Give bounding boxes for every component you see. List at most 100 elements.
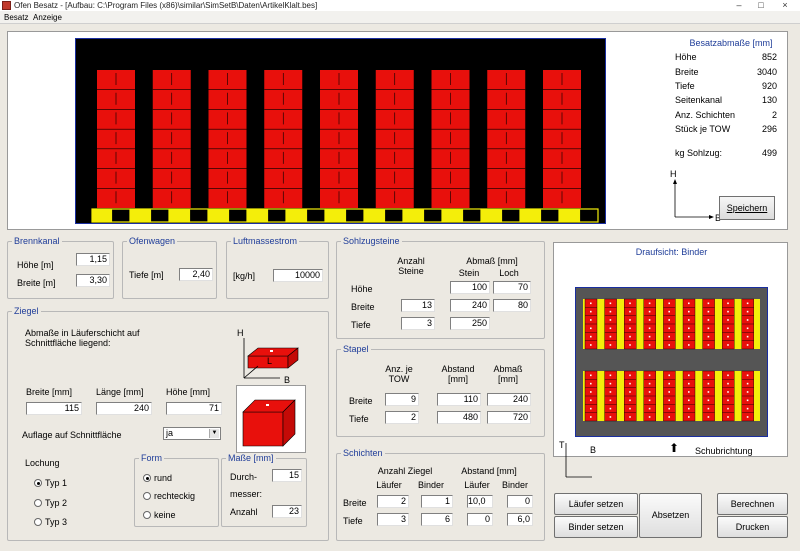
typ1-radio[interactable] (34, 479, 42, 487)
top-view-hole (727, 310, 729, 313)
top-view-hole (688, 391, 690, 393)
top-view-hole (707, 391, 710, 393)
sohl-breite-anzahl-field[interactable]: 13 (401, 299, 435, 312)
top-view-hole (707, 382, 710, 385)
app-icon (2, 1, 11, 10)
ziegel-axis-h: H (237, 328, 244, 338)
close-icon[interactable]: × (776, 0, 794, 11)
schichten-col-binder-2: Binder (501, 480, 528, 490)
maximize-icon[interactable]: □ (752, 0, 770, 11)
top-view-hole (707, 374, 710, 377)
schichten-breite-abstand-laeufer-field[interactable]: 10,0 (467, 495, 493, 508)
ziegel-laenge-field[interactable]: 240 (96, 402, 152, 415)
schichten-breite-binder-field[interactable]: 1 (421, 495, 453, 508)
sohl-breite-stein-field[interactable]: 240 (450, 299, 490, 312)
form-rund-label[interactable]: rund (154, 473, 172, 483)
typ1-label[interactable]: Typ 1 (45, 478, 67, 488)
top-view-hole (648, 319, 651, 321)
laeufer-setzen-button[interactable]: Läufer setzen (554, 493, 638, 515)
minimize-icon[interactable]: – (730, 0, 748, 11)
top-view-hole (668, 382, 670, 385)
binder-setzen-button[interactable]: Binder setzen (554, 516, 638, 538)
stapel-breite-abmass-field[interactable]: 240 (487, 393, 531, 406)
top-view-hole (746, 327, 749, 330)
sole-brick (266, 208, 287, 223)
auflage-select[interactable]: ja ▼ (163, 427, 221, 440)
luftmassestrom-group: Luftmassestrom [kg/h] 10000 (226, 236, 329, 299)
sohl-tiefe-stein-field[interactable]: 250 (450, 317, 490, 330)
form-rechteckig-radio[interactable] (143, 492, 151, 500)
stapel-tiefe-anz-field[interactable]: 2 (385, 411, 419, 424)
ziegel-desc-line1: Abmaße in Läuferschicht auf (25, 328, 140, 338)
masse-title: Maße [mm] (226, 453, 276, 463)
top-view-hole (668, 391, 670, 393)
form-keine-radio[interactable] (143, 511, 151, 519)
typ2-radio[interactable] (34, 499, 42, 507)
stapel-tiefe-abstand-field[interactable]: 480 (437, 411, 481, 424)
top-view-hole (707, 399, 710, 402)
stapel-breite-anz-field[interactable]: 9 (385, 393, 419, 406)
sole-brick (383, 208, 404, 223)
top-view-svg (575, 287, 768, 437)
top-view-hole (648, 335, 651, 338)
sole-brick (364, 208, 385, 223)
anzahl-field[interactable]: 23 (272, 505, 302, 518)
stapel-tiefe-abmass-field[interactable]: 720 (487, 411, 531, 424)
top-view-hole (648, 391, 651, 393)
menu-besatz[interactable]: Besatz (4, 11, 28, 24)
sole-brick (461, 208, 482, 223)
typ2-label[interactable]: Typ 2 (45, 498, 67, 508)
absetzen-button[interactable]: Absetzen (639, 493, 702, 538)
brennkanal-breite-field[interactable]: 3,30 (76, 274, 110, 287)
sole-brick (344, 208, 365, 223)
brick-binder-preview (236, 385, 306, 453)
menu-anzeige[interactable]: Anzeige (33, 11, 62, 24)
typ3-radio[interactable] (34, 518, 42, 526)
schichten-breite-abstand-binder-field[interactable]: 0 (507, 495, 533, 508)
top-view-hole (688, 407, 690, 410)
form-keine-label[interactable]: keine (154, 510, 176, 520)
ziegel-breite-field[interactable]: 115 (26, 402, 82, 415)
stapel-breite-abstand-field[interactable]: 110 (437, 393, 481, 406)
form-rechteckig-label[interactable]: rechteckig (154, 491, 195, 501)
ziegel-hoehe-field[interactable]: 71 (166, 402, 222, 415)
form-rund-radio[interactable] (143, 474, 151, 482)
top-view-hole (668, 302, 670, 305)
top-view-hole (688, 374, 690, 377)
schichten-tiefe-laeufer-field[interactable]: 3 (377, 513, 409, 526)
drucken-button[interactable]: Drucken (717, 516, 788, 538)
brennkanal-hoehe-field[interactable]: 1,15 (76, 253, 110, 266)
top-view-hole (648, 344, 651, 346)
ofenwagen-tiefe-field[interactable]: 2,40 (179, 268, 213, 281)
draufsicht-axis-b: B (590, 445, 597, 455)
typ3-label[interactable]: Typ 3 (45, 517, 67, 527)
sohl-tiefe-anzahl-field[interactable]: 3 (401, 317, 435, 330)
top-view-hole (727, 407, 729, 410)
top-view-hole (688, 344, 690, 346)
chevron-down-icon[interactable]: ▼ (209, 429, 219, 438)
sohl-col-abmass: Abmaß [mm] (466, 256, 518, 266)
top-view-hole (629, 310, 631, 313)
schichten-breite-laeufer-field[interactable]: 2 (377, 495, 409, 508)
schichten-col-abstand: Abstand [mm] (461, 466, 517, 476)
schichten-tiefe-abstand-binder-field[interactable]: 6,0 (507, 513, 533, 526)
durchmesser-field[interactable]: 15 (272, 469, 302, 482)
sohl-breite-loch-field[interactable]: 80 (493, 299, 531, 312)
sohl-col-anzahl-1: Anzahl (397, 256, 425, 266)
top-view-hole (707, 319, 710, 321)
form-title: Form (139, 453, 164, 463)
berechnen-button[interactable]: Berechnen (717, 493, 788, 515)
schichten-tiefe-binder-field[interactable]: 6 (421, 513, 453, 526)
axis-h-label: H (670, 169, 677, 179)
luftmassestrom-field[interactable]: 10000 (273, 269, 323, 282)
sohl-hoehe-loch-field[interactable]: 70 (493, 281, 531, 294)
schichten-breite-label: Breite (343, 498, 367, 508)
save-button[interactable]: Speichern (719, 196, 775, 220)
stapel-group: Stapel Anz. je TOW Abstand [mm] Abmaß [m… (336, 344, 545, 437)
sohl-hoehe-stein-field[interactable]: 100 (450, 281, 490, 294)
anzahl-label: Anzahl (230, 507, 258, 517)
besatzabmasse-title: Besatzabmaße [mm] (689, 38, 773, 48)
top-view-hole (707, 344, 710, 346)
schichten-tiefe-abstand-laeufer-field[interactable]: 0 (467, 513, 493, 526)
top-view-hole (688, 319, 690, 321)
